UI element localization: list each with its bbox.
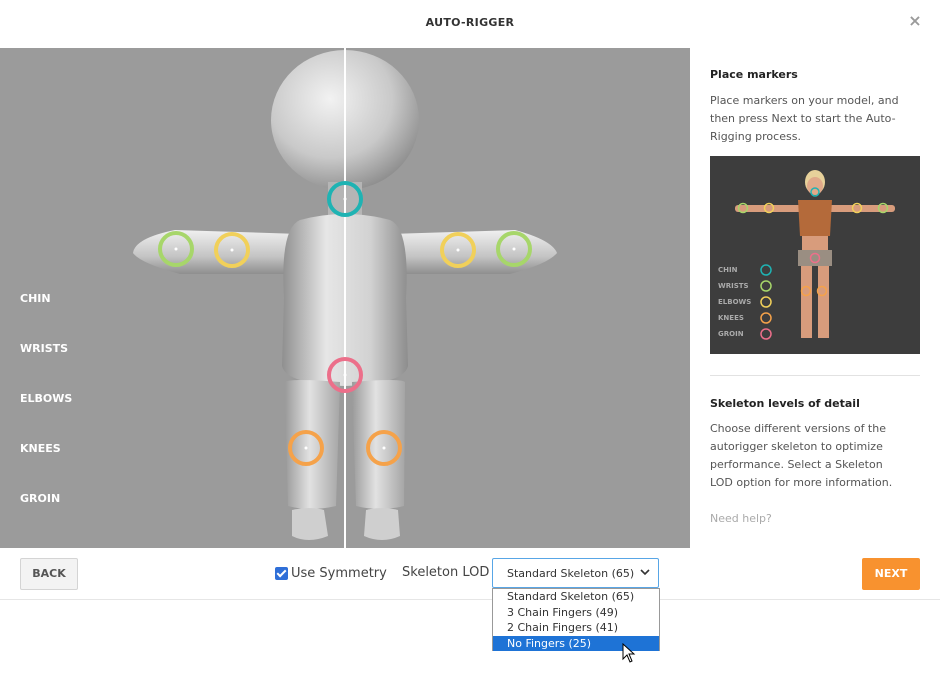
symmetry-checkbox[interactable] bbox=[275, 566, 288, 580]
model-viewport[interactable]: CHIN WRISTS ELBOWS KNEES GROIN bbox=[0, 48, 690, 548]
legend-groin[interactable]: GROIN bbox=[20, 492, 72, 542]
lod-select[interactable]: Standard Skeleton (65) bbox=[492, 558, 659, 588]
thumb-label-chin: CHIN bbox=[718, 266, 738, 274]
marker-legend: CHIN WRISTS ELBOWS KNEES GROIN bbox=[20, 292, 72, 542]
lod-select-label: Skeleton LOD bbox=[402, 565, 490, 580]
lod-title: Skeleton levels of detail bbox=[710, 397, 860, 410]
lod-option[interactable]: 2 Chain Fingers (41) bbox=[493, 620, 659, 636]
lod-option[interactable]: 3 Chain Fingers (49) bbox=[493, 605, 659, 621]
lod-text: Choose different versions of the autorig… bbox=[710, 422, 893, 489]
legend-elbows[interactable]: ELBOWS bbox=[20, 392, 72, 442]
dialog-footer: BACK Use Symmetry Skeleton LOD Standard … bbox=[0, 548, 940, 600]
need-help-link[interactable]: Need help? bbox=[710, 512, 772, 525]
character-model bbox=[133, 48, 557, 548]
thumb-label-knees: KNEES bbox=[718, 314, 744, 322]
thumb-label-groin: GROIN bbox=[718, 330, 744, 338]
thumb-label-wrists: WRISTS bbox=[718, 282, 749, 290]
next-button[interactable]: NEXT bbox=[862, 558, 920, 590]
legend-chin[interactable]: CHIN bbox=[20, 292, 72, 342]
legend-wrists[interactable]: WRISTS bbox=[20, 342, 72, 392]
info-panel: Place markers Place markers on your mode… bbox=[690, 48, 940, 548]
dialog-header: AUTO-RIGGER × bbox=[0, 0, 940, 48]
lod-option[interactable]: Standard Skeleton (65) bbox=[493, 589, 659, 605]
mouse-cursor-icon bbox=[622, 643, 636, 663]
close-icon[interactable]: × bbox=[908, 13, 922, 29]
example-character-figure bbox=[735, 170, 895, 340]
symmetry-toggle[interactable]: Use Symmetry bbox=[275, 565, 387, 581]
panel-divider bbox=[710, 375, 920, 376]
symmetry-label: Use Symmetry bbox=[291, 565, 387, 581]
place-markers-title: Place markers bbox=[710, 68, 798, 81]
chevron-down-icon bbox=[640, 569, 650, 576]
legend-knees[interactable]: KNEES bbox=[20, 442, 72, 492]
back-button[interactable]: BACK bbox=[20, 558, 78, 590]
thumb-label-elbows: ELBOWS bbox=[718, 298, 752, 306]
example-model-image: CHIN WRISTS ELBOWS KNEES GROIN bbox=[710, 156, 920, 354]
lod-dropdown-menu: Standard Skeleton (65) 3 Chain Fingers (… bbox=[492, 588, 660, 651]
lod-select-value: Standard Skeleton (65) bbox=[507, 567, 635, 580]
dialog-title: AUTO-RIGGER bbox=[425, 16, 515, 29]
auto-rigger-dialog: AUTO-RIGGER × CHIN WRISTS ELBOWS KNEES G… bbox=[0, 0, 940, 673]
place-markers-text: Place markers on your model, and then pr… bbox=[710, 94, 899, 143]
